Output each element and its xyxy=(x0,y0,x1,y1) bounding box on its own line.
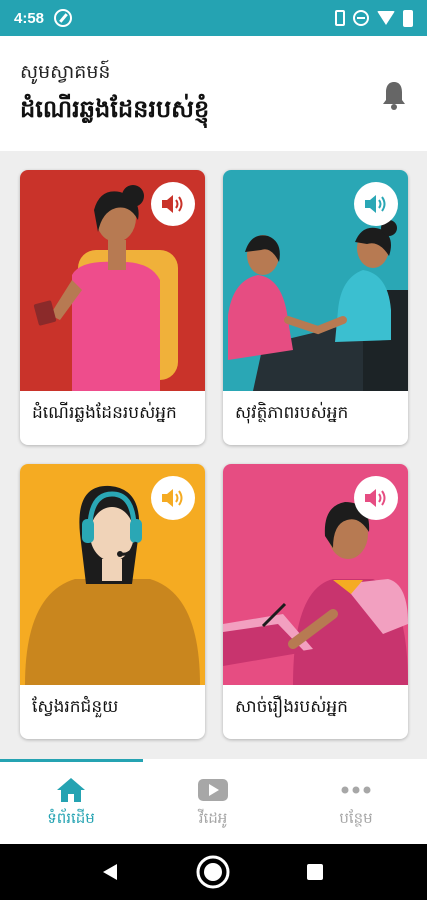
card-label: ដំណើរឆ្លងដែនរបស់អ្នក xyxy=(32,403,177,423)
card-label: ស្វែងរកជំនួយ xyxy=(32,697,119,717)
app-screen: 4:58 សូមស្វាគមន៍ ដំណើរឆ្លងដែនរបស់ខ្ញុំ ដ… xyxy=(0,0,427,900)
audio-play-button[interactable] xyxy=(354,182,398,226)
data-saver-icon xyxy=(54,9,73,27)
nav-more-label: បន្ថែម xyxy=(339,809,373,827)
card-your-migration[interactable]: ដំណើរឆ្លងដែនរបស់អ្នក xyxy=(20,170,205,445)
status-icons xyxy=(335,9,413,27)
header: សូមស្វាគមន៍ ដំណើរឆ្លងដែនរបស់ខ្ញុំ xyxy=(0,36,427,151)
battery-icon xyxy=(403,9,413,27)
home-button-icon[interactable] xyxy=(196,855,230,889)
nav-more[interactable]: បន្ថែម xyxy=(285,759,427,844)
home-icon xyxy=(57,778,85,802)
do-not-disturb-icon xyxy=(353,10,369,26)
status-bar: 4:58 xyxy=(0,0,427,36)
wifi-icon xyxy=(377,11,395,25)
speaker-icon xyxy=(365,195,386,213)
bottom-navigation: ទំព័រដើម វីដេអូ បន្ថែម xyxy=(0,759,427,844)
card-find-help[interactable]: ស្វែងរកជំនួយ xyxy=(20,464,205,739)
card-your-story[interactable]: សាច់រឿងរបស់អ្នក xyxy=(223,464,408,739)
speaker-icon xyxy=(365,489,386,507)
card-your-safety[interactable]: សុវត្ថិភាពរបស់អ្នក xyxy=(223,170,408,445)
status-time: 4:58 xyxy=(14,9,45,27)
audio-play-button[interactable] xyxy=(151,182,195,226)
speaker-icon xyxy=(162,195,183,213)
nav-home-label: ទំព័រដើម xyxy=(47,809,95,827)
speaker-icon xyxy=(162,489,183,507)
notification-bell-icon[interactable] xyxy=(381,80,407,110)
nav-home[interactable]: ទំព័រដើម xyxy=(0,759,142,844)
greeting-text: សូមស្វាគមន៍ xyxy=(20,61,111,83)
system-navigation-bar xyxy=(0,844,427,900)
recents-icon[interactable] xyxy=(306,863,324,881)
audio-play-button[interactable] xyxy=(354,476,398,520)
nav-videos[interactable]: វីដេអូ xyxy=(142,759,284,844)
vibrate-icon xyxy=(335,10,345,26)
card-label: សាច់រឿងរបស់អ្នក xyxy=(235,697,348,717)
audio-play-button[interactable] xyxy=(151,476,195,520)
back-icon[interactable] xyxy=(100,862,120,882)
more-dots-icon xyxy=(341,786,371,794)
nav-videos-label: វីដេអូ xyxy=(198,809,228,827)
page-title: ដំណើរឆ្លងដែនរបស់ខ្ញុំ xyxy=(20,95,210,123)
video-play-icon xyxy=(198,779,228,801)
card-label: សុវត្ថិភាពរបស់អ្នក xyxy=(235,403,349,423)
